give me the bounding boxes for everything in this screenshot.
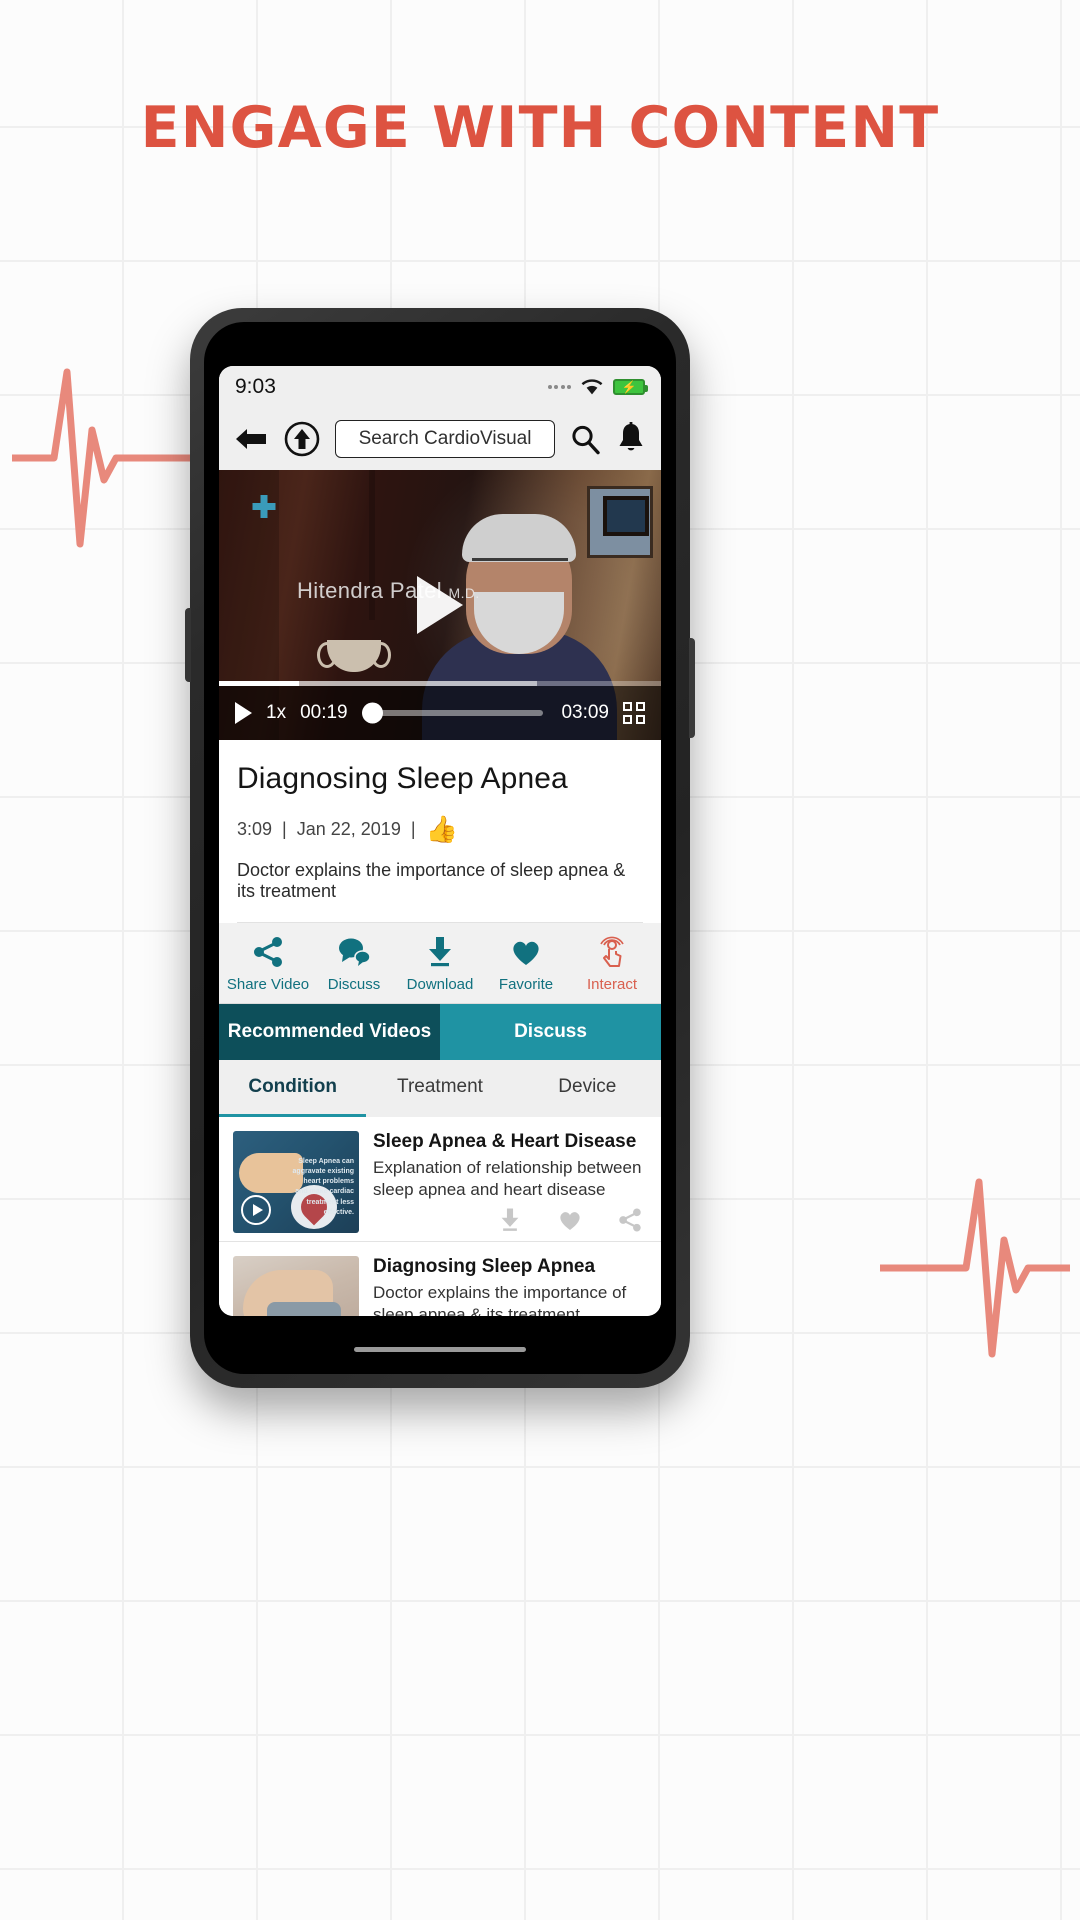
- video-description: Explanation of relationship between slee…: [373, 1158, 642, 1199]
- app-nav-bar: Search CardioVisual: [219, 408, 661, 470]
- meta-separator-2: |: [410, 818, 416, 839]
- subtab-condition[interactable]: Condition: [219, 1060, 367, 1117]
- video-date: Jan 22, 2019: [296, 818, 401, 839]
- action-label: Favorite: [498, 976, 554, 993]
- search-icon[interactable]: [569, 423, 601, 455]
- video-meta: Diagnosing Sleep Apnea Doctor explains t…: [373, 1256, 647, 1316]
- share-icon[interactable]: [617, 1207, 643, 1233]
- action-label: Share Video: [226, 976, 310, 993]
- video-player[interactable]: Hitendra Patel M.D. 1x 00:19 03:09: [219, 470, 661, 740]
- video-title: Diagnosing Sleep Apnea: [237, 762, 568, 795]
- fullscreen-icon[interactable]: [623, 702, 645, 724]
- ekg-line-right: [880, 1178, 1070, 1358]
- chat-bubbles-icon: [339, 938, 371, 966]
- video-title: Diagnosing Sleep Apnea: [373, 1256, 596, 1277]
- ekg-line-left: [12, 368, 202, 548]
- row-actions: [497, 1207, 643, 1233]
- list-item[interactable]: Diagnosing Sleep Apnea Doctor explains t…: [219, 1242, 661, 1316]
- wifi-icon: [581, 379, 603, 395]
- playback-speed[interactable]: 1x: [266, 702, 286, 724]
- thumbnail-caption: Sleep Apnea can aggravate existing heart…: [292, 1158, 354, 1216]
- video-info-section: Diagnosing Sleep Apnea 3:09 | Jan 22, 20…: [219, 740, 661, 923]
- action-label: Interact: [586, 976, 638, 993]
- status-icons: ⚡: [547, 378, 648, 396]
- seek-handle[interactable]: [361, 702, 383, 724]
- play-icon[interactable]: [417, 576, 463, 634]
- search-input[interactable]: Search CardioVisual: [335, 420, 555, 458]
- seek-slider[interactable]: [361, 702, 544, 724]
- heart-icon: [513, 941, 539, 965]
- video-thumbnail[interactable]: Sleep Apnea can aggravate existing heart…: [233, 1131, 359, 1233]
- heart-icon[interactable]: [557, 1207, 583, 1233]
- current-time: 00:19: [300, 702, 348, 723]
- status-time: 9:03: [235, 375, 276, 398]
- recommended-video-list: Sleep Apnea can aggravate existing heart…: [219, 1117, 661, 1316]
- action-share-video[interactable]: Share Video: [225, 935, 311, 993]
- status-bar: 9:03 ⚡: [219, 366, 661, 408]
- video-thumbnail[interactable]: [233, 1256, 359, 1316]
- page-title: ENGAGE WITH CONTENT: [140, 95, 940, 161]
- play-circle-icon[interactable]: [241, 1195, 271, 1225]
- signal-dots-icon: [547, 385, 571, 389]
- action-interact[interactable]: Interact: [569, 935, 655, 993]
- tab-recommended-videos[interactable]: Recommended Videos: [219, 1004, 440, 1060]
- action-favorite[interactable]: Favorite: [483, 935, 569, 993]
- back-arrow-icon[interactable]: [233, 426, 269, 452]
- player-controls: 1x 00:19 03:09: [219, 686, 661, 740]
- main-tabs: Recommended Videos Discuss: [219, 1004, 661, 1060]
- category-subtabs: Condition Treatment Device: [219, 1060, 661, 1117]
- action-download[interactable]: Download: [397, 935, 483, 993]
- download-icon[interactable]: [497, 1207, 523, 1233]
- subtab-device[interactable]: Device: [514, 1060, 661, 1117]
- phone-device-frame: 9:03 ⚡ Search CardioVisual Hitendra Pate…: [185, 308, 695, 1388]
- meta-separator-1: |: [282, 818, 287, 839]
- video-description: Doctor explains the importance of sleep …: [237, 860, 643, 923]
- download-icon: [429, 937, 451, 967]
- list-item[interactable]: Sleep Apnea can aggravate existing heart…: [219, 1117, 661, 1242]
- battery-charging-icon: ⚡: [613, 379, 648, 395]
- bell-icon[interactable]: [615, 422, 647, 456]
- action-label: Download: [406, 976, 474, 993]
- home-indicator[interactable]: [354, 1347, 526, 1352]
- thumbs-up-icon[interactable]: 👍: [426, 816, 458, 842]
- share-icon: [254, 937, 282, 967]
- cardiovisual-cross-logo-icon: [249, 492, 279, 522]
- video-meta: 3:09 | Jan 22, 2019 | 👍: [237, 816, 643, 842]
- interact-tap-icon: [600, 936, 624, 967]
- video-description: Doctor explains the importance of sleep …: [373, 1283, 627, 1316]
- subtab-treatment[interactable]: Treatment: [366, 1060, 513, 1117]
- video-action-bar: Share Video Discuss Download Favorite In…: [219, 923, 661, 1004]
- search-placeholder: Search CardioVisual: [358, 428, 532, 449]
- total-duration: 03:09: [561, 702, 609, 723]
- action-discuss[interactable]: Discuss: [311, 935, 397, 993]
- up-arrow-circle-icon[interactable]: [283, 420, 321, 458]
- play-button[interactable]: [235, 702, 252, 724]
- tab-discuss[interactable]: Discuss: [440, 1004, 661, 1060]
- video-length: 3:09: [237, 818, 273, 839]
- phone-screen: 9:03 ⚡ Search CardioVisual Hitendra Pate…: [219, 366, 661, 1316]
- phone-bezel: 9:03 ⚡ Search CardioVisual Hitendra Pate…: [204, 322, 676, 1374]
- video-title: Sleep Apnea & Heart Disease: [373, 1131, 637, 1152]
- action-label: Discuss: [327, 976, 381, 993]
